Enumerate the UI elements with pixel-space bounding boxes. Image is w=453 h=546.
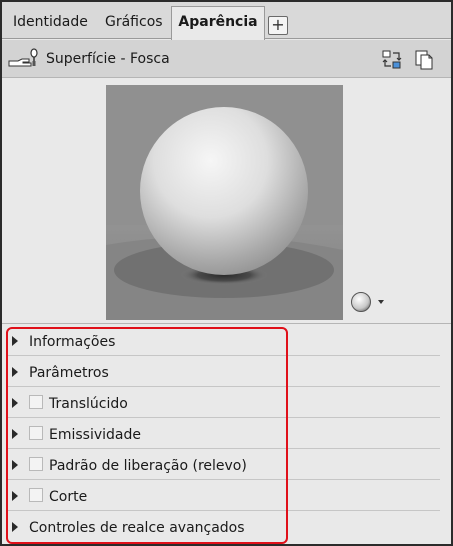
section-label: Informações xyxy=(29,334,116,350)
expand-triangle-icon[interactable] xyxy=(12,336,18,346)
tab-identidade[interactable]: Identidade xyxy=(5,7,96,39)
tab-bar: Identidade Gráficos Aparência + xyxy=(2,2,451,40)
replace-asset-icon[interactable] xyxy=(381,49,403,71)
section-label: Controles de realce avançados xyxy=(29,520,245,536)
emissividade-checkbox[interactable] xyxy=(29,426,43,440)
section-label: Parâmetros xyxy=(29,365,109,381)
expand-triangle-icon[interactable] xyxy=(12,398,18,408)
material-name: Superfície - Fosca xyxy=(46,51,170,67)
material-browser-panel: Identidade Gráficos Aparência + Superfíc… xyxy=(0,0,453,546)
padrao-liberacao-checkbox[interactable] xyxy=(29,457,43,471)
expand-triangle-icon[interactable] xyxy=(12,367,18,377)
section-translucido[interactable]: Translúcido xyxy=(8,387,440,418)
material-preview-image xyxy=(106,85,343,320)
tab-aparencia[interactable]: Aparência xyxy=(171,6,265,40)
expand-triangle-icon[interactable] xyxy=(12,460,18,470)
section-label: Emissividade xyxy=(49,427,141,443)
translucido-checkbox[interactable] xyxy=(29,395,43,409)
expand-triangle-icon[interactable] xyxy=(12,491,18,501)
tab-graficos[interactable]: Gráficos xyxy=(97,7,171,39)
section-controles-realce[interactable]: Controles de realce avançados xyxy=(8,511,440,542)
expand-triangle-icon[interactable] xyxy=(12,429,18,439)
section-emissividade[interactable]: Emissividade xyxy=(8,418,440,449)
section-corte[interactable]: Corte xyxy=(8,480,440,511)
corte-checkbox[interactable] xyxy=(29,488,43,502)
section-informacoes[interactable]: Informações xyxy=(8,325,440,356)
duplicate-asset-icon[interactable] xyxy=(413,49,435,71)
section-label: Corte xyxy=(49,489,88,505)
section-parametros[interactable]: Parâmetros xyxy=(8,356,440,387)
preview-area xyxy=(2,79,451,324)
asset-sections-list: Informações Parâmetros Translúcido Emiss… xyxy=(2,325,451,542)
section-padrao-liberacao[interactable]: Padrão de liberação (relevo) xyxy=(8,449,440,480)
expand-triangle-icon[interactable] xyxy=(12,522,18,532)
section-label: Translúcido xyxy=(49,396,128,412)
hand-material-icon xyxy=(8,48,38,67)
caret-down-icon xyxy=(378,300,384,304)
material-header: Superfície - Fosca xyxy=(2,40,451,78)
sphere-icon[interactable] xyxy=(349,291,389,313)
section-label: Padrão de liberação (relevo) xyxy=(49,458,247,474)
add-tab-button[interactable]: + xyxy=(268,16,288,35)
